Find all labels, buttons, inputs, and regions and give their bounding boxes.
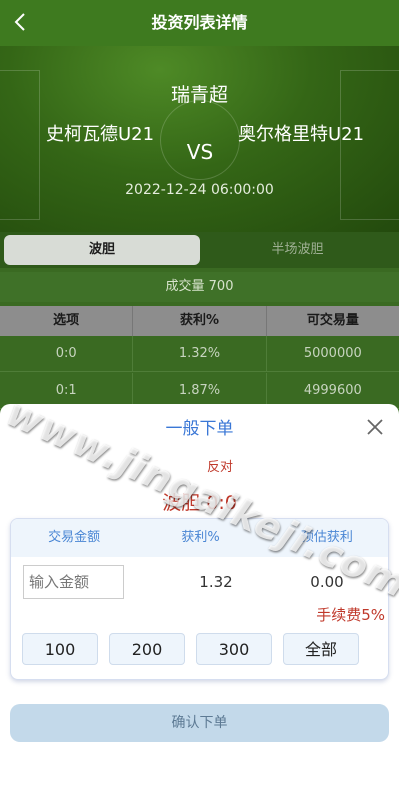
confirm-order-button[interactable]: 确认下单 (10, 704, 389, 742)
match-time: 2022-12-24 06:00:00 (125, 182, 274, 198)
away-team: 奥尔格里特U21 (237, 124, 365, 145)
market-tabs: 波胆 半场波胆 (0, 232, 399, 268)
header-bar: 投资列表详情 (0, 0, 399, 46)
trade-volume: 成交量 700 (0, 272, 399, 302)
odds-value: 1.32 (199, 573, 233, 591)
column-header: 选项 (0, 306, 134, 336)
cell-volume: 5000000 (303, 346, 362, 361)
order-modal: 一般下单 反对 波胆 0:0 交易金额 获利% 预估获利 1.32 0.00 手… (0, 404, 399, 797)
cell-option: 0:0 (0, 336, 134, 371)
table-row[interactable]: 0:0 1.32% 5000000 (0, 336, 399, 372)
column-header: 获利% (133, 306, 267, 336)
table-header: 选项 获利% 可交易量 (0, 306, 399, 336)
tab-correct-score[interactable]: 波胆 (4, 235, 200, 265)
screen: 投资列表详情 瑞青超 史柯瓦德U21 VS 奥尔格里特U21 2022-12-2… (0, 0, 399, 797)
quick-amount-300-button[interactable]: 300 (196, 633, 272, 665)
amount-input[interactable] (23, 565, 124, 599)
quick-amount-all-button[interactable]: 全部 (283, 633, 359, 665)
quick-amount-100-button[interactable]: 100 (22, 633, 98, 665)
cell-volume: 4999600 (303, 383, 362, 398)
close-icon[interactable] (366, 418, 384, 436)
cell-profit: 1.32% (133, 336, 267, 371)
page-title: 投资列表详情 (151, 13, 248, 32)
tab-halftime-correct-score[interactable]: 半场波胆 (200, 235, 395, 265)
league-name: 瑞青超 (170, 84, 228, 106)
quick-amount-200-button[interactable]: 200 (109, 633, 185, 665)
vs-label: VS (186, 140, 214, 164)
fee-label: 手续费5% (316, 606, 385, 624)
column-header: 交易金额 (48, 530, 101, 545)
cell-profit: 1.87% (133, 373, 267, 408)
match-hero: 投资列表详情 瑞青超 史柯瓦德U21 VS 奥尔格里特U21 2022-12-2… (0, 0, 399, 232)
home-team: 史柯瓦德U21 (45, 124, 155, 145)
column-header: 可交易量 (306, 313, 359, 328)
